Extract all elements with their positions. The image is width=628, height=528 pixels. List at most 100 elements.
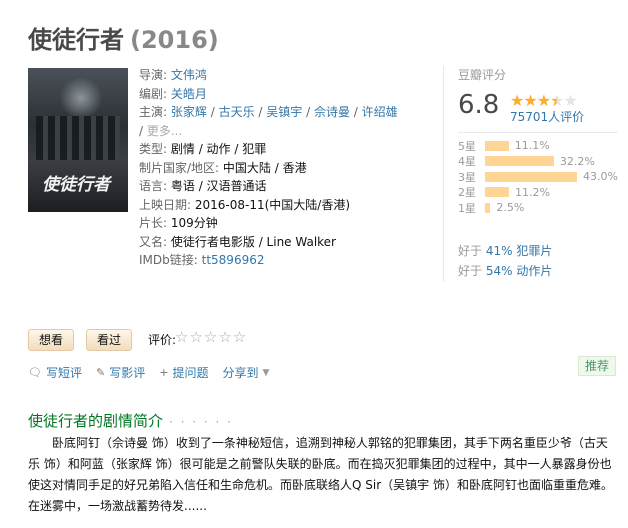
ask-question-label: 提问题 xyxy=(172,366,209,380)
rating-bar xyxy=(485,140,509,151)
share-dropdown[interactable]: 分享到 ▼ xyxy=(222,364,269,381)
aka-row: 又名: 使徒行者电影版 / Line Walker xyxy=(139,233,398,252)
imdb-label: IMDb链接: xyxy=(139,253,198,267)
country-label: 制片国家/地区: xyxy=(139,160,220,175)
runtime-label: 片长: xyxy=(139,216,168,230)
rating-percent: 32.2% xyxy=(559,154,595,168)
imdb-link[interactable]: tt5896962 xyxy=(202,253,265,267)
cast-label: 主演: xyxy=(139,105,168,119)
ask-question-link[interactable]: + 提问题 xyxy=(159,364,208,381)
writer-link[interactable]: 关皓月 xyxy=(171,87,207,101)
director-label: 导演: xyxy=(139,68,168,82)
poster-title: 使徒行者 xyxy=(42,175,110,195)
star-level-label: 3星 xyxy=(458,170,476,184)
movie-info: 导演: 文伟鸿 编剧: 关皓月 主演: 张家辉 / 古天乐 / 吴镇宇 / 佘诗… xyxy=(139,66,398,270)
divider xyxy=(443,66,444,282)
rating-percent: 43.0% xyxy=(583,170,618,184)
better-row: 好于 41% 犯罪片 xyxy=(458,241,552,261)
poster-figures xyxy=(36,116,120,160)
country-row: 制片国家/地区: 中国大陆 / 香港 xyxy=(139,159,398,178)
want-to-watch-button[interactable]: 想看 xyxy=(28,329,75,351)
rating-distribution: 5星 11.1% 4星 32.2% 3星 43.0% 2星 11.2% 1星 2.5% xyxy=(458,138,618,216)
recommend-button[interactable]: 推荐 xyxy=(578,356,616,376)
writer-row: 编剧: 关皓月 xyxy=(139,85,398,104)
star-level-label: 4星 xyxy=(458,155,476,169)
cast-link[interactable]: 吴镇宇 xyxy=(266,105,302,119)
release-value: 2016-08-11(中国大陆/香港) xyxy=(194,197,351,212)
cast-link[interactable]: 古天乐 xyxy=(219,105,255,119)
better-row: 好于 54% 动作片 xyxy=(458,261,552,281)
cast-link[interactable]: 佘诗曼 xyxy=(314,105,350,119)
summary-heading: 使徒行者的剧情简介 · · · · · · xyxy=(28,410,233,431)
rating-bar xyxy=(485,171,577,182)
poster[interactable]: 使徒行者 xyxy=(28,68,128,212)
star-level-label: 1星 xyxy=(458,201,476,215)
write-short-review-label: 写短评 xyxy=(45,366,82,380)
release-row: 上映日期: 2016-08-11(中国大陆/香港) xyxy=(139,196,398,215)
better-prefix: 好于 xyxy=(458,244,483,258)
release-label: 上映日期: xyxy=(139,197,192,212)
imdb-row: IMDb链接: tt5896962 xyxy=(139,251,398,270)
rating-distribution-row: 3星 43.0% xyxy=(458,169,618,185)
cast-link[interactable]: 许绍雄 xyxy=(362,105,398,119)
star-level-label: 5星 xyxy=(458,139,476,153)
summary-title: 使徒行者的剧情简介 xyxy=(28,412,164,430)
language-label: 语言: xyxy=(139,179,168,193)
movie-title: 使徒行者 xyxy=(28,26,124,54)
watched-button[interactable]: 看过 xyxy=(86,329,133,351)
rating-rule xyxy=(458,132,618,133)
rating-distribution-row: 1星 2.5% xyxy=(458,200,618,216)
write-review-link[interactable]: ✎ 写影评 xyxy=(96,364,145,381)
rate-stars-input[interactable]: ☆☆☆☆☆ xyxy=(175,328,247,346)
genre-value: 剧情 / 动作 / 犯罪 xyxy=(170,142,267,156)
rating-distribution-row: 4星 32.2% xyxy=(458,154,618,170)
plus-icon: + xyxy=(159,366,169,379)
writer-label: 编剧: xyxy=(139,86,168,101)
genre-row: 类型: 剧情 / 动作 / 犯罪 xyxy=(139,140,398,159)
better-prefix: 好于 xyxy=(458,264,483,278)
rating-label: 豆瓣评分 xyxy=(458,68,507,82)
director-link[interactable]: 文伟鸿 xyxy=(171,68,207,82)
pencil-icon: ✎ xyxy=(95,366,106,379)
rating-bar xyxy=(485,156,554,167)
star-level-label: 2星 xyxy=(458,186,476,200)
write-short-review-link[interactable]: 🗨 写短评 xyxy=(28,364,82,381)
country-value: 中国大陆 / 香港 xyxy=(222,160,307,175)
language-row: 语言: 粤语 / 汉语普通话 xyxy=(139,177,398,196)
aka-label: 又名: xyxy=(139,234,168,249)
cast-link[interactable]: 张家辉 xyxy=(171,105,207,119)
better-link-crime[interactable]: 41% 犯罪片 xyxy=(486,244,553,258)
genre-label: 类型: xyxy=(139,142,168,156)
write-review-label: 写影评 xyxy=(109,366,146,380)
caret-down-icon: ▼ xyxy=(262,367,270,378)
comment-icon: 🗨 xyxy=(28,366,42,379)
language-value: 粤语 / 汉语普通话 xyxy=(170,179,267,193)
better-link-action[interactable]: 54% 动作片 xyxy=(486,264,553,278)
aka-value: 使徒行者电影版 / Line Walker xyxy=(170,234,336,249)
action-bar: 🗨 写短评 ✎ 写影评 + 提问题 分享到 ▼ xyxy=(28,364,283,381)
rating-distribution-row: 5星 11.1% xyxy=(458,138,618,154)
rating-percent: 11.2% xyxy=(514,185,550,199)
poster-glow xyxy=(58,78,104,118)
movie-year: (2016) xyxy=(130,26,219,54)
more-row: / 更多... xyxy=(139,123,183,138)
rate-label: 评价: xyxy=(148,333,177,347)
rating-percent: 2.5% xyxy=(496,201,525,215)
more-cast-link[interactable]: 更多... xyxy=(147,124,182,138)
rating-score: 6.8 xyxy=(458,90,500,120)
summary-dots: · · · · · · xyxy=(169,415,233,429)
share-label: 分享到 xyxy=(222,366,259,380)
director-row: 导演: 文伟鸿 xyxy=(139,66,398,85)
rating-people-link[interactable]: 75701人评价 xyxy=(510,108,584,125)
summary-text: 卧底阿钉（佘诗曼 饰）收到了一条神秘短信，追溯到神秘人郭铭的犯罪集团，其手下两名… xyxy=(28,436,613,513)
rating-distribution-row: 2星 11.2% xyxy=(458,185,618,201)
cast-row: 主演: 张家辉 / 古天乐 / 吴镇宇 / 佘诗曼 / 许绍雄 xyxy=(139,105,398,119)
rating-box: 豆瓣评分 6.8 ★★★★★ 75701人评价 xyxy=(458,66,618,133)
runtime-value: 109分钟 xyxy=(170,216,218,230)
rating-bar xyxy=(485,187,509,198)
better-than: 好于 41% 犯罪片 好于 54% 动作片 xyxy=(458,241,552,281)
runtime-row: 片长: 109分钟 xyxy=(139,214,398,233)
page-title: 使徒行者 (2016) xyxy=(28,20,219,55)
rating-bar xyxy=(485,202,491,213)
rating-percent: 11.1% xyxy=(514,139,550,153)
